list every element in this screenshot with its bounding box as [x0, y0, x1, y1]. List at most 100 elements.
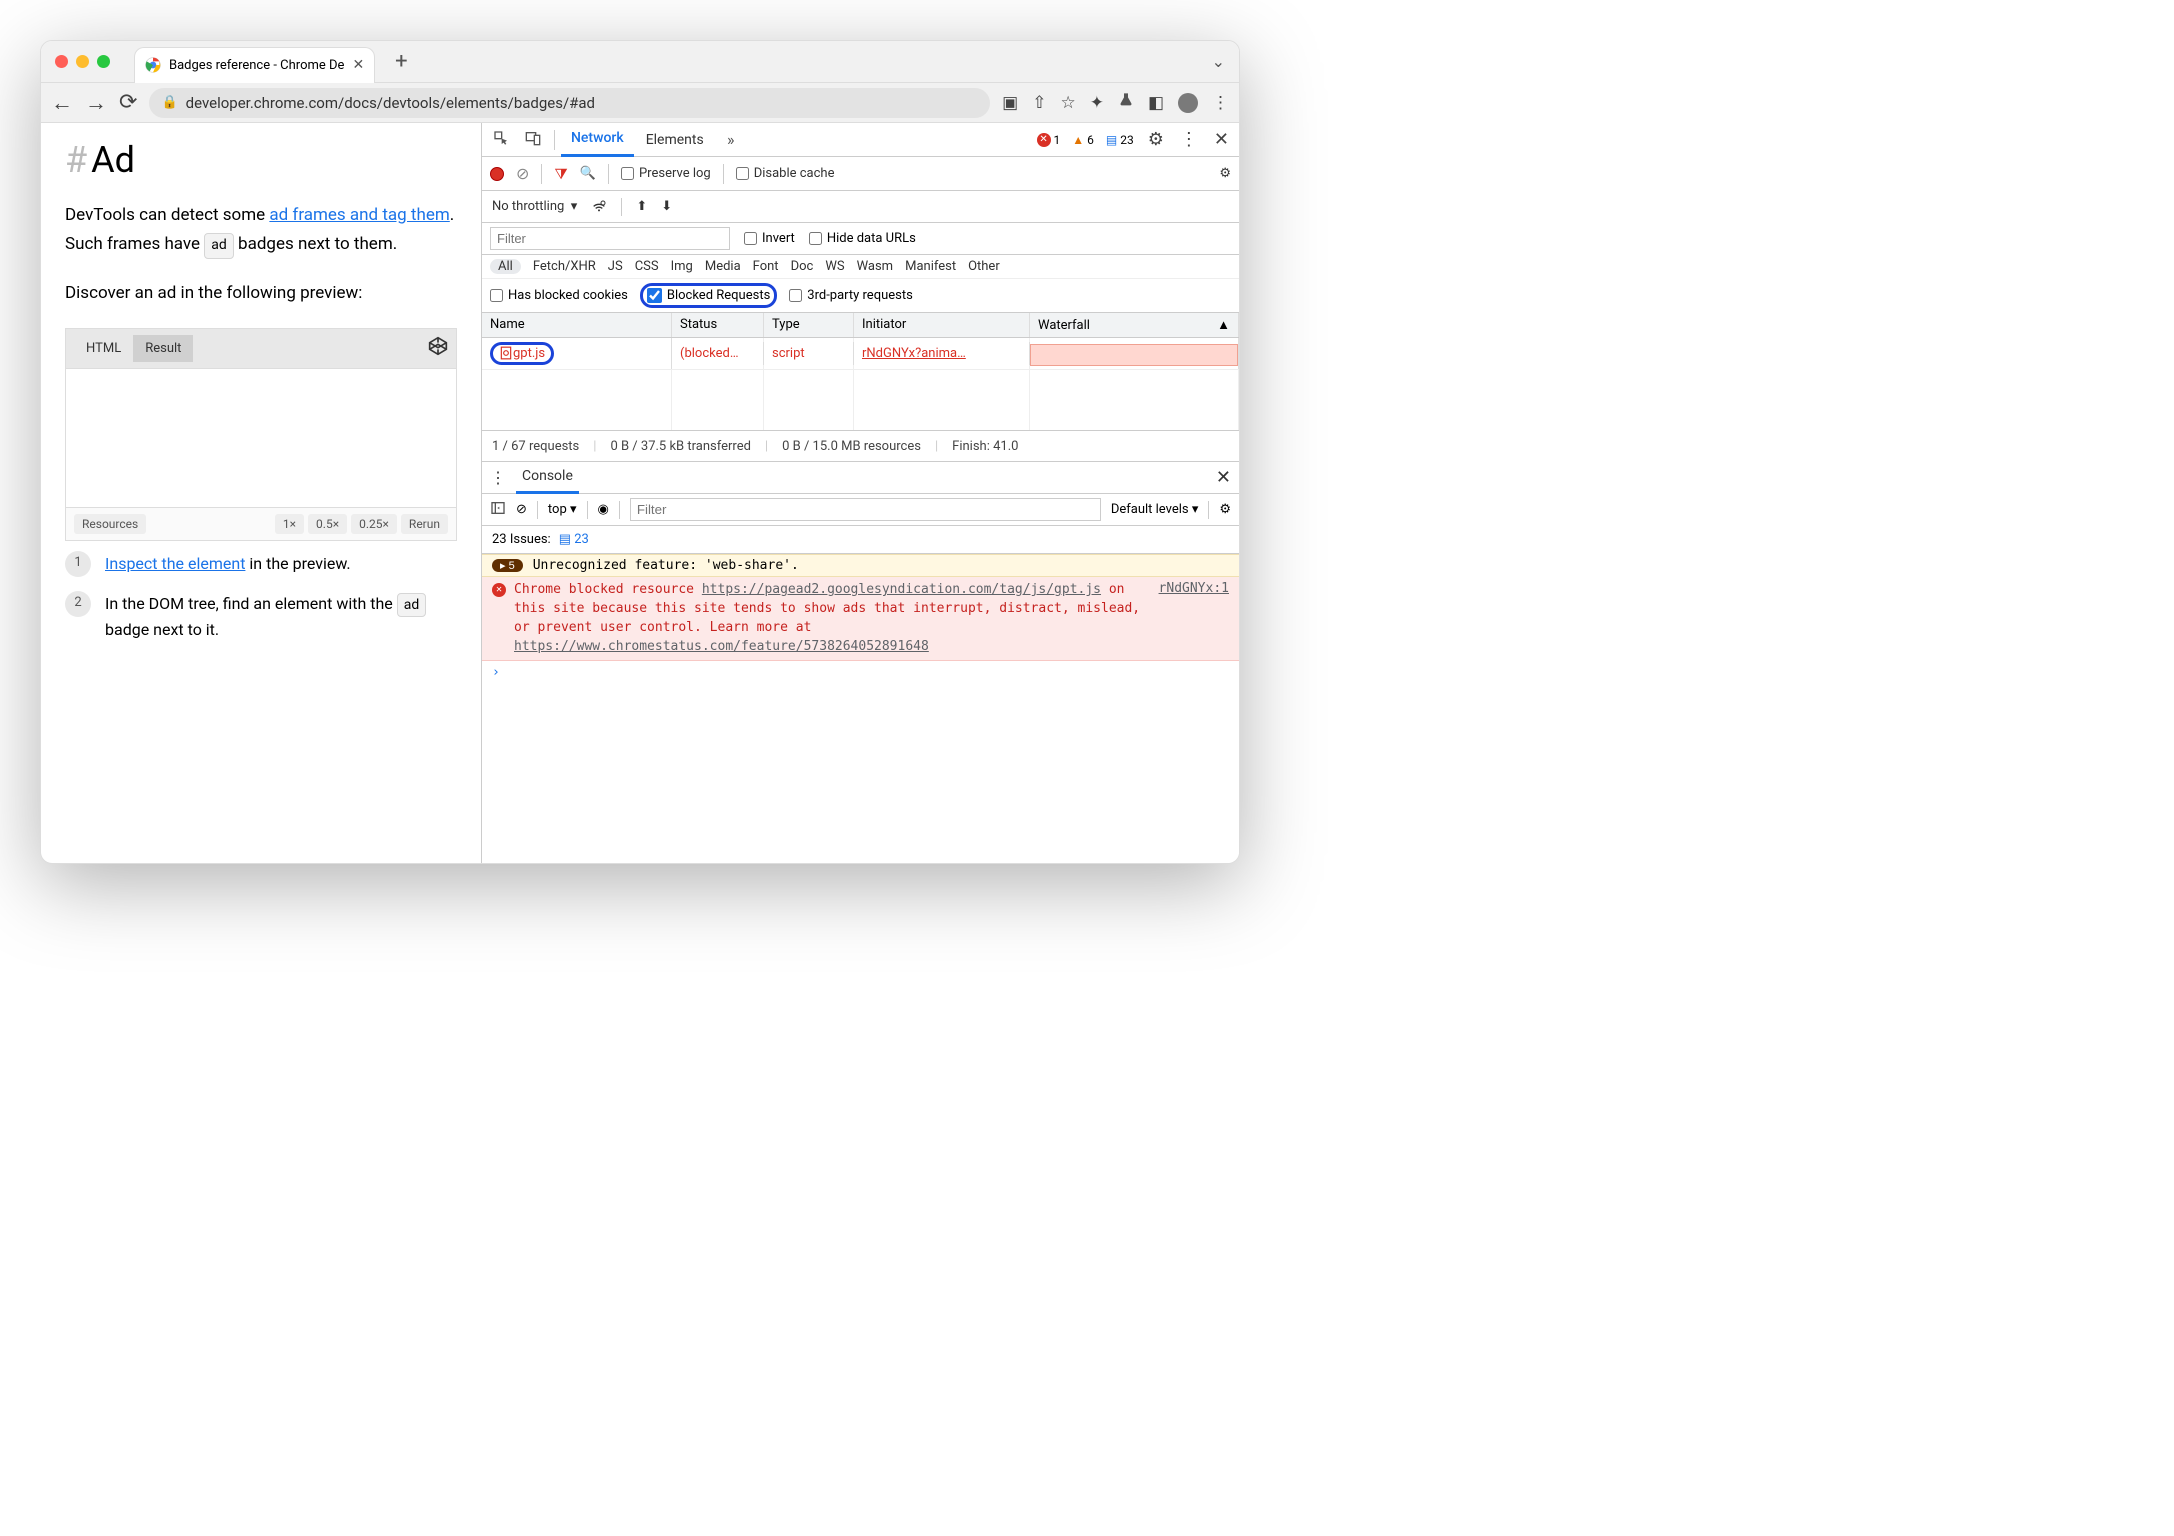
clear-button[interactable]: ⊘: [516, 164, 529, 183]
lock-icon[interactable]: 🔒: [161, 95, 177, 110]
back-button[interactable]: ←: [51, 90, 73, 116]
devtools-settings-icon[interactable]: ⚙: [1142, 129, 1170, 150]
codepen-logo-icon[interactable]: [428, 336, 448, 360]
extensions-icon[interactable]: ✦: [1090, 93, 1104, 113]
labs-icon[interactable]: [1118, 92, 1134, 113]
reload-button[interactable]: ⟳: [119, 90, 137, 115]
chip-ws[interactable]: WS: [825, 259, 844, 274]
warning-count[interactable]: ▲6: [1068, 133, 1098, 147]
console-warning-row[interactable]: ▸ 5 Unrecognized feature: 'web-share'.: [482, 554, 1239, 577]
throttling-select[interactable]: No throttling ▾: [492, 199, 577, 214]
side-panel-icon[interactable]: ◧: [1148, 93, 1164, 113]
devtools-more-icon[interactable]: ⋮: [1174, 129, 1204, 150]
invert-checkbox[interactable]: Invert: [744, 231, 795, 246]
inspect-element-link[interactable]: Inspect the element: [105, 554, 245, 573]
third-party-checkbox[interactable]: 3rd-party requests: [789, 288, 913, 303]
console-error-row[interactable]: ✕ Chrome blocked resource https://pagead…: [482, 577, 1239, 661]
preserve-log-checkbox[interactable]: Preserve log: [621, 166, 711, 181]
codepen-tab-html[interactable]: HTML: [74, 335, 133, 362]
row-initiator[interactable]: rNdGNYx?anima…: [854, 342, 1030, 365]
new-tab-button[interactable]: +: [395, 49, 407, 74]
cp-05x[interactable]: 0.5×: [308, 514, 347, 534]
network-filter-input[interactable]: [490, 227, 730, 250]
cp-1x[interactable]: 1×: [275, 514, 304, 534]
search-icon[interactable]: 🔍: [580, 166, 596, 181]
console-tab[interactable]: Console: [516, 462, 579, 494]
chip-wasm[interactable]: Wasm: [857, 259, 894, 274]
cp-025x[interactable]: 0.25×: [351, 514, 397, 534]
tab-elements[interactable]: Elements: [636, 123, 714, 157]
chip-fetch[interactable]: Fetch/XHR: [533, 259, 596, 274]
chip-media[interactable]: Media: [705, 259, 741, 274]
url-bar[interactable]: 🔒 developer.chrome.com/docs/devtools/ele…: [149, 88, 990, 118]
console-more-icon[interactable]: ⋮: [490, 468, 506, 487]
console-close-icon[interactable]: ✕: [1216, 467, 1231, 488]
tab-close-icon[interactable]: ✕: [352, 57, 364, 73]
console-filter-input[interactable]: [630, 498, 1101, 521]
maximize-window-button[interactable]: [97, 55, 110, 68]
has-blocked-cookies-checkbox[interactable]: Has blocked cookies: [490, 288, 628, 303]
col-type[interactable]: Type: [764, 313, 854, 337]
chip-doc[interactable]: Doc: [791, 259, 814, 274]
filter-icon[interactable]: ⧩: [554, 165, 567, 183]
minimize-window-button[interactable]: [76, 55, 89, 68]
blocked-url-link[interactable]: https://pagead2.googlesyndication.com/ta…: [702, 582, 1101, 597]
console-sidebar-icon[interactable]: [490, 500, 506, 520]
col-status[interactable]: Status: [672, 313, 764, 337]
more-menu-icon[interactable]: ⋮: [1212, 93, 1229, 113]
more-tabs-icon[interactable]: »: [716, 130, 746, 149]
profile-avatar[interactable]: [1178, 93, 1198, 113]
record-button[interactable]: [490, 167, 504, 181]
console-levels-select[interactable]: Default levels ▾: [1111, 502, 1199, 517]
cp-resources[interactable]: Resources: [74, 514, 146, 534]
chip-img[interactable]: Img: [671, 259, 693, 274]
issues-count[interactable]: ▤ 23: [559, 532, 589, 547]
disable-cache-checkbox[interactable]: Disable cache: [736, 166, 835, 181]
network-conditions-icon[interactable]: [591, 197, 607, 217]
error-count[interactable]: ✕1: [1033, 133, 1065, 147]
upload-har-icon[interactable]: ⬆: [636, 199, 647, 214]
tabs-dropdown-icon[interactable]: ⌄: [1212, 52, 1225, 71]
chip-other[interactable]: Other: [968, 259, 1000, 274]
ad-frames-link[interactable]: ad frames and tag them: [269, 205, 449, 225]
codepen-tab-result[interactable]: Result: [133, 335, 193, 362]
chip-all[interactable]: All: [490, 259, 521, 274]
row-type: script: [764, 342, 854, 365]
chip-css[interactable]: CSS: [635, 259, 659, 274]
network-row[interactable]: gpt.js (blocked… script rNdGNYx?anima…: [482, 338, 1239, 370]
chip-js[interactable]: JS: [608, 259, 623, 274]
download-har-icon[interactable]: ⬇: [661, 199, 672, 214]
row-status: (blocked…: [672, 342, 764, 365]
close-window-button[interactable]: [55, 55, 68, 68]
inspect-icon[interactable]: [486, 130, 516, 150]
console-context-select[interactable]: top ▾: [548, 502, 577, 517]
console-clear-icon[interactable]: ⊘: [516, 502, 527, 517]
console-settings-icon[interactable]: ⚙: [1219, 502, 1231, 517]
forward-button[interactable]: →: [85, 90, 107, 116]
col-name[interactable]: Name: [482, 313, 672, 337]
chip-manifest[interactable]: Manifest: [905, 259, 956, 274]
summary-transferred: 0 B / 37.5 kB transferred: [610, 439, 750, 454]
blocked-requests-checkbox[interactable]: Blocked Requests: [647, 288, 770, 303]
devtools-close-icon[interactable]: ✕: [1208, 129, 1235, 150]
star-icon[interactable]: ☆: [1060, 93, 1075, 113]
learn-more-link[interactable]: https://www.chromestatus.com/feature/573…: [514, 639, 929, 654]
col-initiator[interactable]: Initiator: [854, 313, 1030, 337]
message-count[interactable]: ▤23: [1102, 133, 1138, 147]
console-live-icon[interactable]: ◉: [598, 502, 609, 517]
device-toolbar-icon[interactable]: [518, 130, 548, 150]
col-waterfall[interactable]: Waterfall▲: [1030, 313, 1239, 337]
network-settings-icon[interactable]: ⚙: [1219, 166, 1231, 181]
hide-data-urls-checkbox[interactable]: Hide data URLs: [809, 231, 916, 246]
chip-font[interactable]: Font: [753, 259, 779, 274]
network-rows: gpt.js (blocked… script rNdGNYx?anima…: [482, 338, 1239, 430]
tab-network[interactable]: Network: [561, 123, 634, 157]
screen-icon[interactable]: ▣: [1002, 93, 1018, 113]
cp-rerun[interactable]: Rerun: [401, 514, 448, 534]
error-source-link[interactable]: rNdGNYx:1: [1159, 581, 1229, 656]
codepen-preview[interactable]: [66, 368, 456, 508]
console-prompt[interactable]: ›: [482, 661, 1239, 684]
share-icon[interactable]: ⇧: [1032, 93, 1046, 113]
browser-tab[interactable]: Badges reference - Chrome De ✕: [134, 47, 375, 83]
tab-title: Badges reference - Chrome De: [169, 58, 344, 73]
